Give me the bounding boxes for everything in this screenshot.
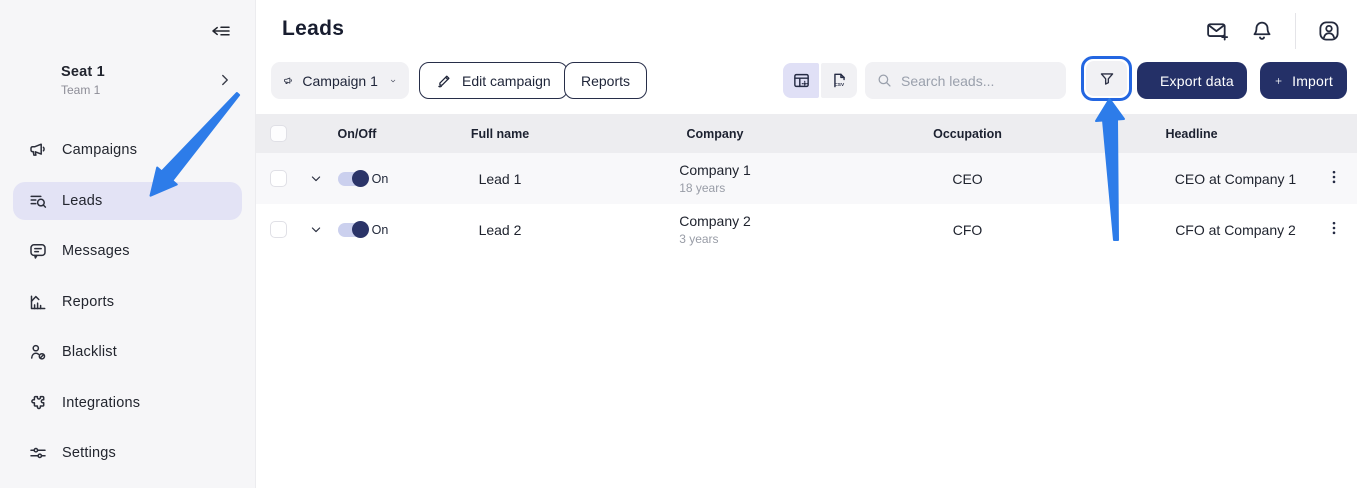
lead-full-name: Lead 2 xyxy=(400,222,600,238)
reports-button-label: Reports xyxy=(581,73,630,89)
profile-icon[interactable] xyxy=(1317,19,1341,43)
collapse-sidebar-icon[interactable] xyxy=(208,18,234,44)
csv-view-toggle[interactable]: CSV xyxy=(821,63,857,98)
lead-company: Company 1 xyxy=(679,162,751,178)
search-icon xyxy=(876,72,893,89)
table-settings-icon xyxy=(792,71,811,90)
seat-selector[interactable]: Seat 1 Team 1 xyxy=(61,64,105,97)
kebab-menu-icon[interactable] xyxy=(1325,167,1343,187)
user-block-icon xyxy=(28,342,48,362)
chevron-right-icon[interactable] xyxy=(216,71,234,89)
lead-full-name: Lead 1 xyxy=(400,171,600,187)
svg-text:CSV: CSV xyxy=(834,82,845,88)
table-row: On Lead 1 Company 1 18 years CEO CEO at … xyxy=(256,153,1357,204)
column-header-fullname: Full name xyxy=(400,127,600,141)
list-search-icon xyxy=(28,191,48,211)
sidebar-item-messages[interactable]: Messages xyxy=(13,232,242,270)
megaphone-icon xyxy=(283,72,293,90)
search-box xyxy=(865,62,1066,99)
reports-button[interactable]: Reports xyxy=(564,62,647,99)
chevron-down-icon xyxy=(389,74,397,88)
select-all-checkbox[interactable] xyxy=(270,125,287,142)
funnel-icon xyxy=(1098,70,1116,88)
export-data-button[interactable]: Export data xyxy=(1137,62,1247,99)
chevron-down-icon[interactable] xyxy=(308,222,324,238)
lead-on-toggle[interactable] xyxy=(338,172,367,186)
sidebar-item-label: Reports xyxy=(62,294,114,310)
row-checkbox[interactable] xyxy=(270,221,287,238)
sidebar-item-integrations[interactable]: Integrations xyxy=(13,384,242,422)
column-header-company: Company xyxy=(600,127,830,141)
import-label: Import xyxy=(1292,73,1333,89)
export-data-label: Export data xyxy=(1160,73,1234,89)
edit-campaign-label: Edit campaign xyxy=(462,73,551,89)
import-button[interactable]: Import xyxy=(1260,62,1347,99)
pencil-icon xyxy=(436,72,453,89)
seat-subtitle: Team 1 xyxy=(61,83,105,97)
table-row: On Lead 2 Company 2 3 years CFO CFO at C… xyxy=(256,204,1357,255)
header-divider xyxy=(1295,13,1296,49)
page-title: Leads xyxy=(282,17,344,41)
sidebar-item-reports[interactable]: Reports xyxy=(13,283,242,321)
sidebar-item-label: Campaigns xyxy=(62,142,137,158)
lead-company: Company 2 xyxy=(679,213,751,229)
mail-plus-icon[interactable] xyxy=(1205,19,1229,43)
lead-headline: CEO at Company 1 xyxy=(1161,171,1310,187)
leads-table: On/Off Full name Company Occupation Head… xyxy=(256,114,1357,255)
seat-title: Seat 1 xyxy=(61,64,105,80)
lead-on-toggle[interactable] xyxy=(338,223,367,237)
filter-highlight-ring xyxy=(1081,56,1132,101)
lead-occupation: CFO xyxy=(830,222,1105,238)
sidebar-item-blacklist[interactable]: Blacklist xyxy=(13,333,242,371)
toggle-knob xyxy=(352,170,369,187)
chevron-down-icon[interactable] xyxy=(308,171,324,187)
column-header-onoff: On/Off xyxy=(332,127,382,141)
sidebar-item-label: Leads xyxy=(62,193,103,209)
table-header-row: On/Off Full name Company Occupation Head… xyxy=(256,114,1357,153)
campaign-selector[interactable]: Campaign 1 xyxy=(271,62,409,99)
megaphone-icon xyxy=(28,140,48,160)
toggle-knob xyxy=(352,221,369,238)
sidebar-item-leads[interactable]: Leads xyxy=(13,182,242,220)
sidebar-item-label: Integrations xyxy=(62,395,140,411)
lead-headline: CFO at Company 2 xyxy=(1161,222,1310,238)
bell-icon[interactable] xyxy=(1250,19,1274,43)
chat-bubble-icon xyxy=(28,241,48,261)
search-input[interactable] xyxy=(901,73,1051,89)
toggle-label: On xyxy=(372,223,389,237)
sidebar-nav: Campaigns Leads Messages Repo xyxy=(13,131,242,472)
sidebar: Seat 1 Team 1 Campaigns Leads xyxy=(0,0,256,488)
csv-file-icon: CSV xyxy=(830,71,849,90)
toggle-label: On xyxy=(372,172,389,186)
sidebar-item-settings[interactable]: Settings xyxy=(13,434,242,472)
plus-icon xyxy=(1274,73,1283,89)
header-icons xyxy=(1205,13,1341,49)
sidebar-item-label: Blacklist xyxy=(62,344,117,360)
sliders-icon xyxy=(28,443,48,463)
table-view-toggle[interactable] xyxy=(783,63,819,98)
sidebar-item-label: Messages xyxy=(62,243,130,259)
lead-company-tenure: 3 years xyxy=(679,232,751,246)
edit-campaign-button[interactable]: Edit campaign xyxy=(419,62,568,99)
row-checkbox[interactable] xyxy=(270,170,287,187)
column-header-headline: Headline xyxy=(1105,127,1278,141)
chart-icon xyxy=(28,292,48,312)
kebab-menu-icon[interactable] xyxy=(1325,218,1343,238)
lead-occupation: CEO xyxy=(830,171,1105,187)
puzzle-icon xyxy=(28,393,48,413)
sidebar-item-campaigns[interactable]: Campaigns xyxy=(13,131,242,169)
column-header-occupation: Occupation xyxy=(830,127,1105,141)
sidebar-item-label: Settings xyxy=(62,445,116,461)
campaign-selector-label: Campaign 1 xyxy=(302,73,378,89)
filter-button[interactable] xyxy=(1086,61,1127,96)
view-toggle-group: CSV xyxy=(783,63,857,98)
lead-company-tenure: 18 years xyxy=(679,181,751,195)
